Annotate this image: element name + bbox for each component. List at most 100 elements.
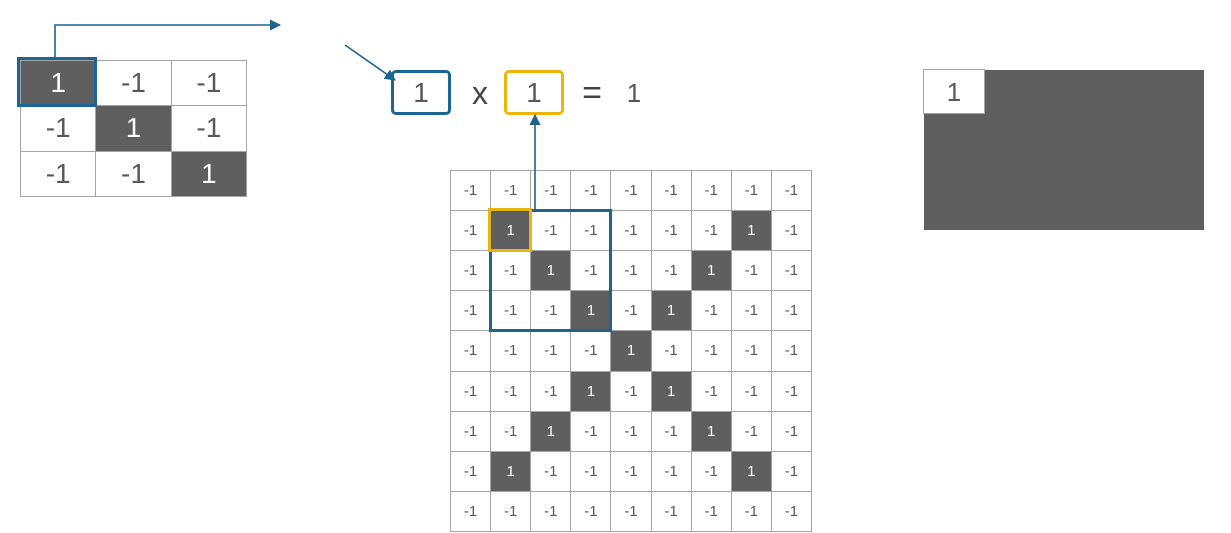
image-cell: -1 bbox=[652, 412, 691, 451]
image-cell: 1 bbox=[571, 372, 610, 411]
image-cell: -1 bbox=[732, 492, 771, 531]
image-cell: 1 bbox=[571, 291, 610, 330]
output-cell: 1 bbox=[923, 69, 985, 114]
image-cell: -1 bbox=[451, 331, 490, 370]
equation-operand-2: 1 bbox=[504, 70, 564, 115]
image-cell: 1 bbox=[491, 211, 530, 250]
image-cell: -1 bbox=[491, 251, 530, 290]
image-cell: -1 bbox=[491, 291, 530, 330]
image-cell: -1 bbox=[692, 372, 731, 411]
image-cell: -1 bbox=[772, 331, 811, 370]
image-cell: -1 bbox=[571, 452, 610, 491]
image-cell: 1 bbox=[611, 331, 650, 370]
image-cell: -1 bbox=[611, 452, 650, 491]
arrow-eq-in bbox=[345, 45, 395, 80]
equation-result: 1 bbox=[614, 70, 654, 115]
image-cell: -1 bbox=[652, 492, 691, 531]
image-cell: -1 bbox=[772, 412, 811, 451]
image-cell: -1 bbox=[611, 492, 650, 531]
filter-cell: -1 bbox=[172, 106, 246, 150]
image-cell: -1 bbox=[692, 492, 731, 531]
image-cell: -1 bbox=[451, 412, 490, 451]
image-cell: -1 bbox=[491, 331, 530, 370]
output-feature-map: 1 bbox=[924, 70, 1204, 230]
equation-operand-1: 1 bbox=[391, 70, 451, 115]
image-cell: -1 bbox=[732, 372, 771, 411]
filter-cell: -1 bbox=[21, 152, 95, 196]
filter-cell: 1 bbox=[96, 106, 170, 150]
image-cell: -1 bbox=[611, 412, 650, 451]
image-cell: 1 bbox=[692, 412, 731, 451]
image-cell: -1 bbox=[571, 412, 610, 451]
filter-matrix: 1-1-1-11-1-1-11 bbox=[20, 60, 247, 197]
arrow-filter-to-eq bbox=[55, 25, 280, 57]
image-cell: -1 bbox=[451, 171, 490, 210]
equation-equals-symbol: = bbox=[572, 70, 612, 115]
image-cell: -1 bbox=[491, 372, 530, 411]
equation-multiply-symbol: x bbox=[460, 70, 500, 115]
filter-cell: -1 bbox=[96, 61, 170, 105]
image-cell: -1 bbox=[611, 171, 650, 210]
image-cell: -1 bbox=[611, 251, 650, 290]
image-cell: -1 bbox=[531, 211, 570, 250]
image-cell: -1 bbox=[692, 452, 731, 491]
image-cell: -1 bbox=[531, 452, 570, 491]
image-cell: 1 bbox=[652, 372, 691, 411]
image-cell: -1 bbox=[732, 331, 771, 370]
image-cell: -1 bbox=[772, 372, 811, 411]
image-cell: -1 bbox=[451, 492, 490, 531]
image-cell: -1 bbox=[772, 211, 811, 250]
image-cell: -1 bbox=[732, 171, 771, 210]
image-cell: -1 bbox=[451, 211, 490, 250]
image-cell: -1 bbox=[571, 171, 610, 210]
image-cell: -1 bbox=[491, 171, 530, 210]
image-cell: -1 bbox=[732, 412, 771, 451]
filter-cell: -1 bbox=[96, 152, 170, 196]
image-cell: 1 bbox=[531, 412, 570, 451]
image-cell: -1 bbox=[611, 211, 650, 250]
image-cell: 1 bbox=[732, 211, 771, 250]
image-cell: -1 bbox=[571, 211, 610, 250]
image-cell: -1 bbox=[772, 251, 811, 290]
image-cell: -1 bbox=[531, 291, 570, 330]
image-cell: -1 bbox=[611, 372, 650, 411]
image-cell: -1 bbox=[652, 171, 691, 210]
image-cell: -1 bbox=[491, 412, 530, 451]
image-cell: -1 bbox=[571, 331, 610, 370]
image-matrix: -1-1-1-1-1-1-1-1-1-11-1-1-1-1-11-1-1-11-… bbox=[450, 170, 812, 532]
image-cell: -1 bbox=[732, 291, 771, 330]
image-cell: 1 bbox=[692, 251, 731, 290]
filter-cell: -1 bbox=[21, 106, 95, 150]
image-cell: -1 bbox=[611, 291, 650, 330]
image-cell: -1 bbox=[772, 452, 811, 491]
image-cell: 1 bbox=[652, 291, 691, 330]
filter-cell: 1 bbox=[172, 152, 246, 196]
image-cell: -1 bbox=[692, 211, 731, 250]
image-cell: -1 bbox=[451, 291, 490, 330]
image-cell: -1 bbox=[571, 251, 610, 290]
image-cell: -1 bbox=[692, 331, 731, 370]
image-cell: -1 bbox=[531, 492, 570, 531]
image-cell: -1 bbox=[652, 211, 691, 250]
image-cell: 1 bbox=[531, 251, 570, 290]
image-cell: 1 bbox=[491, 452, 530, 491]
image-cell: -1 bbox=[772, 171, 811, 210]
image-cell: -1 bbox=[772, 291, 811, 330]
image-cell: -1 bbox=[571, 492, 610, 531]
image-cell: -1 bbox=[652, 452, 691, 491]
image-cell: -1 bbox=[451, 452, 490, 491]
image-cell: -1 bbox=[451, 251, 490, 290]
image-cell: 1 bbox=[732, 452, 771, 491]
image-cell: -1 bbox=[451, 372, 490, 411]
image-cell: -1 bbox=[531, 331, 570, 370]
image-cell: -1 bbox=[652, 251, 691, 290]
image-cell: -1 bbox=[692, 291, 731, 330]
filter-cell: 1 bbox=[21, 61, 95, 105]
image-cell: -1 bbox=[692, 171, 731, 210]
image-cell: -1 bbox=[531, 372, 570, 411]
filter-cell: -1 bbox=[172, 61, 246, 105]
image-cell: -1 bbox=[491, 492, 530, 531]
image-cell: -1 bbox=[772, 492, 811, 531]
image-cell: -1 bbox=[652, 331, 691, 370]
image-cell: -1 bbox=[531, 171, 570, 210]
